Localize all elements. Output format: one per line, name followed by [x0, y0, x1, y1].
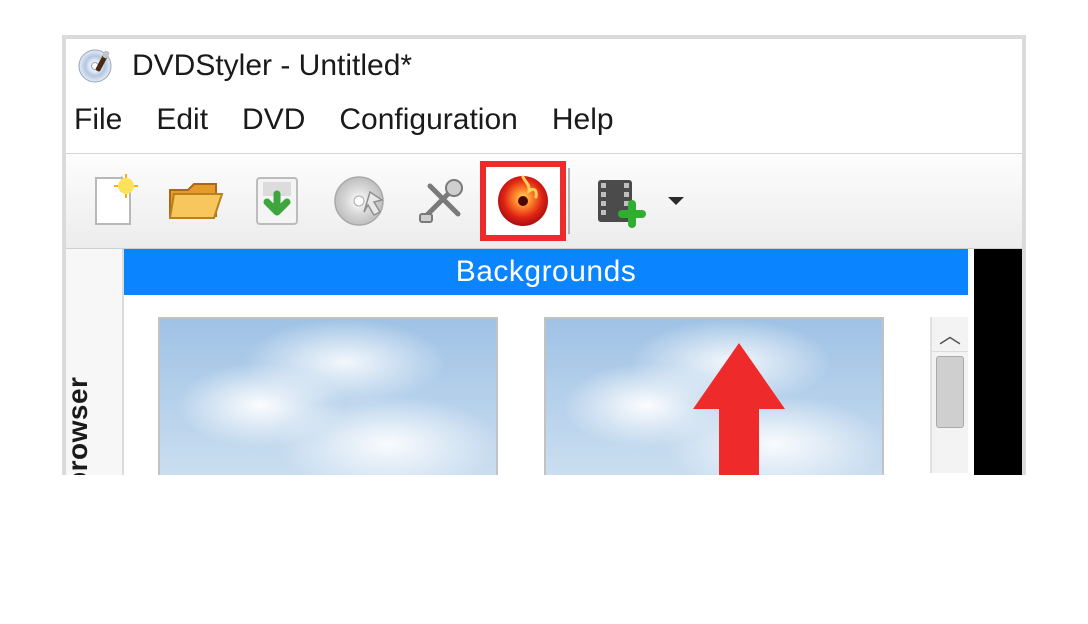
menu-dvd[interactable]: DVD — [242, 103, 305, 137]
toolbar-add-file-dropdown[interactable] — [656, 163, 696, 239]
backgrounds-panel: Backgrounds ︿ — [124, 249, 968, 475]
background-thumbnail[interactable] — [158, 317, 498, 475]
toolbar-settings-button[interactable] — [400, 163, 482, 239]
app-window: DVDStyler - Untitled* File Edit DVD Conf… — [62, 35, 1026, 475]
scroll-track[interactable] — [932, 352, 968, 473]
scroll-thumb[interactable] — [936, 356, 964, 428]
toolbar — [66, 153, 1022, 249]
toolbar-run-button[interactable] — [318, 163, 400, 239]
sidebar-tab-label: browser — [62, 377, 94, 475]
scrollbar[interactable]: ︿ — [930, 317, 968, 473]
burn-disc-icon — [493, 171, 553, 231]
menu-edit[interactable]: Edit — [156, 103, 208, 137]
chevron-down-icon — [665, 190, 687, 212]
toolbar-separator — [568, 168, 570, 234]
save-icon — [247, 172, 307, 230]
menubar: File Edit DVD Configuration Help — [66, 93, 1022, 153]
titlebar: DVDStyler - Untitled* — [66, 39, 1022, 93]
toolbar-save-button[interactable] — [236, 163, 318, 239]
toolbar-add-file-button[interactable] — [582, 163, 656, 239]
toolbar-burn-button[interactable] — [482, 163, 564, 239]
new-file-icon — [84, 172, 142, 230]
menu-file[interactable]: File — [74, 103, 122, 137]
toolbar-new-button[interactable] — [72, 163, 154, 239]
toolbar-open-button[interactable] — [154, 163, 236, 239]
sidebar-tab-browser[interactable]: browser — [66, 249, 124, 475]
backgrounds-thumbnails: ︿ — [124, 295, 968, 475]
disc-run-icon — [330, 172, 388, 230]
folder-open-icon — [164, 172, 226, 230]
preview-area — [974, 249, 1022, 475]
window-title: DVDStyler - Untitled* — [132, 49, 412, 83]
app-icon — [76, 47, 114, 85]
chevron-up-icon: ︿ — [939, 318, 961, 350]
backgrounds-panel-header: Backgrounds — [124, 249, 968, 295]
content-area: browser Backgrounds ︿ — [66, 249, 1022, 475]
menu-help[interactable]: Help — [552, 103, 614, 137]
tools-icon — [412, 172, 470, 230]
background-thumbnail[interactable] — [544, 317, 884, 475]
filmstrip-add-icon — [590, 172, 648, 230]
scroll-up-button[interactable]: ︿ — [932, 317, 968, 352]
menu-configuration[interactable]: Configuration — [339, 103, 517, 137]
